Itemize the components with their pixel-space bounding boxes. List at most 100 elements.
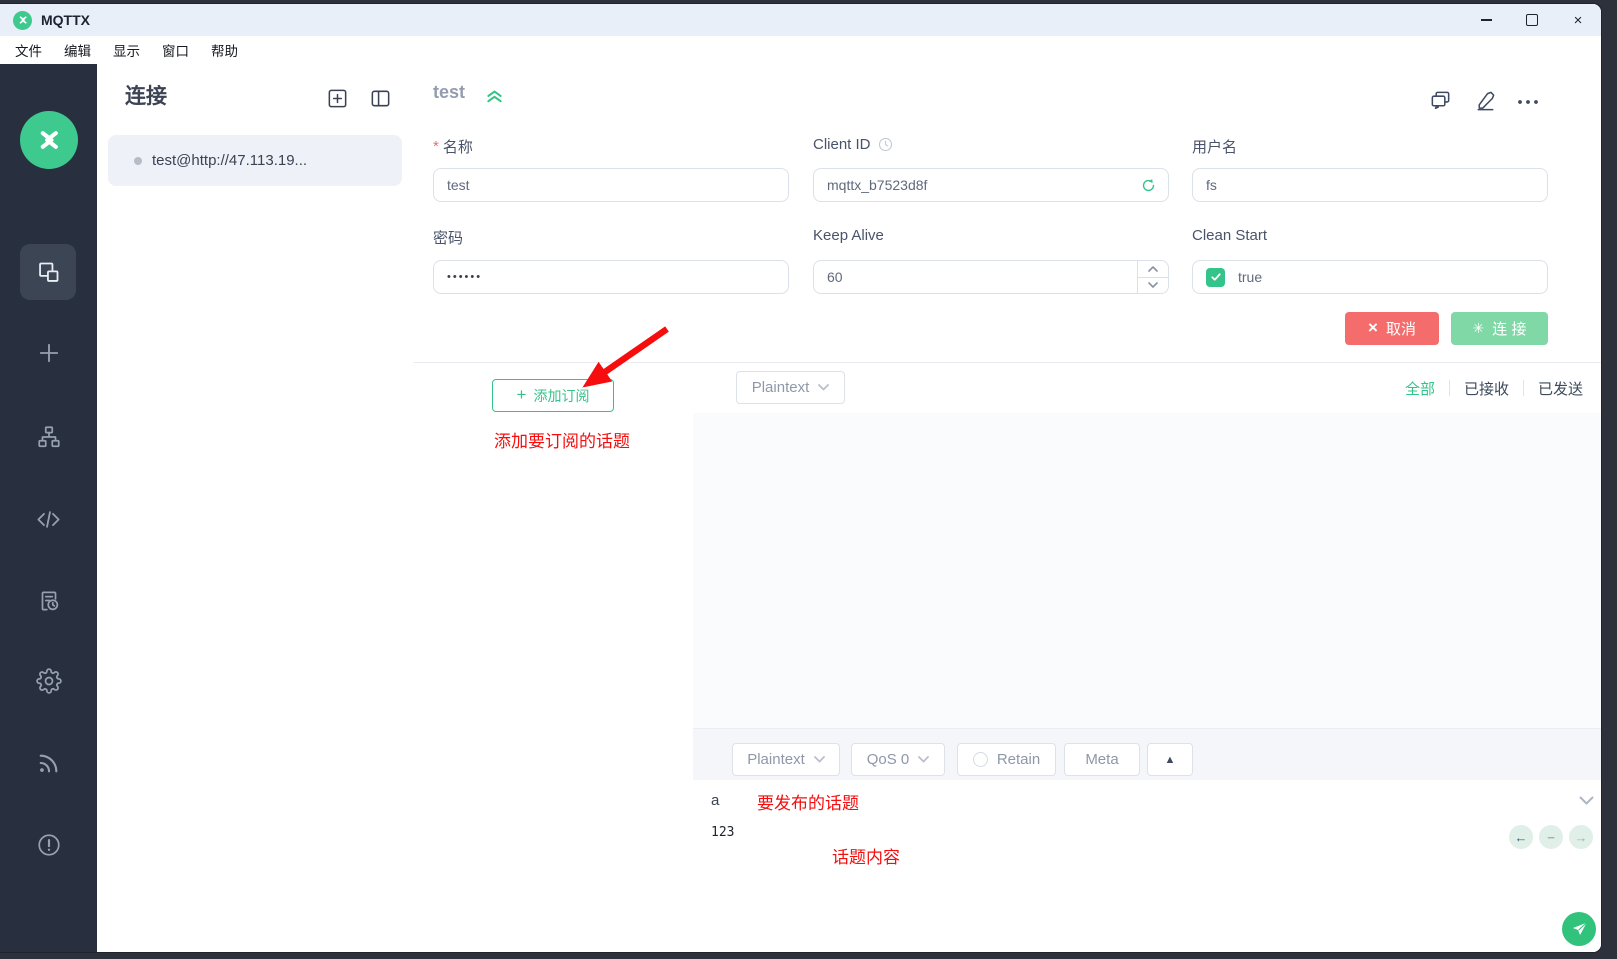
app-window: MQTTX × 文件 编辑 显示 窗口 帮助	[0, 4, 1601, 952]
keep-alive-label: Keep Alive	[813, 227, 884, 244]
add-subscription-button[interactable]: + 添加订阅	[492, 379, 614, 412]
plus-icon	[35, 339, 63, 367]
sidebar-item-settings[interactable]	[0, 661, 97, 701]
triangle-up-icon: ▲	[1165, 754, 1176, 766]
connections-panel: 连接 test@http://47.113.19...	[97, 64, 414, 952]
meta-button[interactable]: Meta	[1064, 743, 1140, 776]
keep-alive-input[interactable]: 60	[813, 260, 1169, 294]
client-id-input[interactable]: mqttx_b7523d8f	[813, 168, 1169, 202]
main-panel: test	[413, 64, 1601, 952]
client-id-label: Client ID	[813, 136, 894, 153]
subscriptions-panel: + 添加订阅 添加要订阅的话题	[413, 363, 694, 952]
send-button[interactable]	[1562, 912, 1596, 946]
sidebar-item-new-connection[interactable]	[0, 333, 97, 373]
menu-item-window[interactable]: 窗口	[151, 40, 200, 60]
username-input[interactable]: fs	[1192, 168, 1548, 202]
tab-all[interactable]: 全部	[1391, 378, 1449, 399]
chat-copy-icon	[1429, 89, 1452, 112]
app-body: 连接 test@http://47.113.19... tes	[0, 64, 1601, 952]
collapse-panel-button[interactable]	[369, 87, 392, 115]
code-icon	[35, 506, 62, 533]
window-controls: ×	[1463, 4, 1601, 36]
split-layout-icon	[369, 87, 392, 110]
sidebar-item-connections[interactable]	[20, 244, 76, 300]
window-title: MQTTX	[41, 12, 90, 28]
clean-start-label: Clean Start	[1192, 227, 1267, 244]
menu-item-file[interactable]: 文件	[4, 40, 53, 60]
tab-published[interactable]: 已发送	[1524, 378, 1597, 399]
messages-panel: Plaintext 全部 已接收 已发送 Plaintext	[693, 363, 1601, 952]
name-label: * 名称	[433, 136, 473, 157]
history-forward-button[interactable]: →	[1569, 825, 1593, 849]
refresh-client-id-icon[interactable]	[1140, 177, 1157, 197]
topic-chevron-down-icon[interactable]	[1579, 792, 1594, 810]
plus-icon: +	[517, 385, 527, 405]
subscribe-annotation: 添加要订阅的话题	[494, 427, 630, 452]
menu-item-view[interactable]: 显示	[102, 40, 151, 60]
sidebar-item-log[interactable]	[0, 581, 97, 621]
edit-connection-button[interactable]	[1474, 89, 1497, 117]
gear-icon	[36, 668, 62, 694]
history-back-button[interactable]: ←	[1509, 825, 1533, 849]
radio-icon	[973, 752, 988, 767]
message-format-select[interactable]: Plaintext	[736, 371, 845, 404]
close-button[interactable]: ×	[1555, 4, 1601, 36]
connections-panel-title: 连接	[125, 80, 167, 110]
name-input[interactable]: test	[433, 168, 789, 202]
sidebar-item-topology[interactable]	[0, 417, 97, 457]
log-icon	[36, 588, 62, 614]
connection-list-item[interactable]: test@http://47.113.19...	[108, 135, 402, 186]
clean-start-checkbox[interactable]	[1206, 268, 1225, 287]
more-options-button[interactable]	[1517, 93, 1539, 111]
number-spinner	[1137, 261, 1168, 293]
square-plus-icon	[326, 87, 349, 110]
menu-item-help[interactable]: 帮助	[200, 40, 249, 60]
password-input[interactable]: ••••••	[433, 260, 789, 294]
collapse-form-button[interactable]	[484, 85, 505, 111]
connect-button[interactable]: ✳ 连 接	[1451, 312, 1548, 345]
topology-icon	[36, 424, 62, 450]
loading-spinner-icon: ✳	[1473, 320, 1485, 337]
pencil-icon	[1474, 89, 1497, 112]
topic-input[interactable]: a	[711, 780, 719, 820]
spinner-up-icon[interactable]	[1138, 261, 1168, 278]
new-connection-button[interactable]	[326, 87, 349, 115]
payload-text[interactable]: 123	[711, 825, 734, 840]
sidebar-item-about[interactable]	[0, 825, 97, 865]
history-remove-button[interactable]: −	[1539, 825, 1563, 849]
messages-toolbar: Plaintext 全部 已接收 已发送	[693, 363, 1601, 414]
connections-icon	[35, 259, 62, 286]
sidebar-item-feed[interactable]	[0, 743, 97, 783]
chevron-down-icon	[818, 384, 829, 391]
info-icon	[36, 832, 62, 858]
mqttx-logo[interactable]	[20, 111, 78, 169]
topic-annotation: 要发布的话题	[757, 789, 859, 814]
payload-annotation: 话题内容	[832, 843, 900, 868]
spinner-down-icon[interactable]	[1138, 278, 1168, 294]
minimize-button[interactable]	[1463, 4, 1509, 36]
payload-editor[interactable]: 123 话题内容 ← − →	[693, 820, 1601, 952]
double-chevron-up-icon	[484, 85, 505, 106]
clock-icon	[877, 136, 894, 153]
tab-received[interactable]: 已接收	[1450, 378, 1523, 399]
qos-select[interactable]: QoS 0	[851, 743, 945, 776]
close-x-icon: ×	[1368, 318, 1378, 338]
publish-toolbar: Plaintext QoS 0 Retain Meta	[693, 728, 1601, 781]
messages-list[interactable]	[693, 413, 1601, 728]
titlebar: MQTTX ×	[0, 4, 1601, 36]
sidebar	[0, 64, 97, 952]
clean-start-value: true	[1238, 269, 1262, 285]
connection-title: test	[433, 82, 465, 103]
required-marker: *	[433, 138, 439, 155]
retain-toggle[interactable]: Retain	[957, 743, 1056, 776]
username-label: 用户名	[1192, 136, 1237, 157]
cancel-button[interactable]: × 取消	[1345, 312, 1439, 345]
connection-status-dot	[134, 157, 142, 165]
payload-format-select[interactable]: Plaintext	[732, 743, 840, 776]
maximize-button[interactable]	[1509, 4, 1555, 36]
password-label: 密码	[433, 227, 463, 248]
collapse-publish-button[interactable]: ▲	[1147, 743, 1193, 776]
menu-item-edit[interactable]: 编辑	[53, 40, 102, 60]
new-window-button[interactable]	[1429, 89, 1452, 117]
sidebar-item-script[interactable]	[0, 499, 97, 539]
